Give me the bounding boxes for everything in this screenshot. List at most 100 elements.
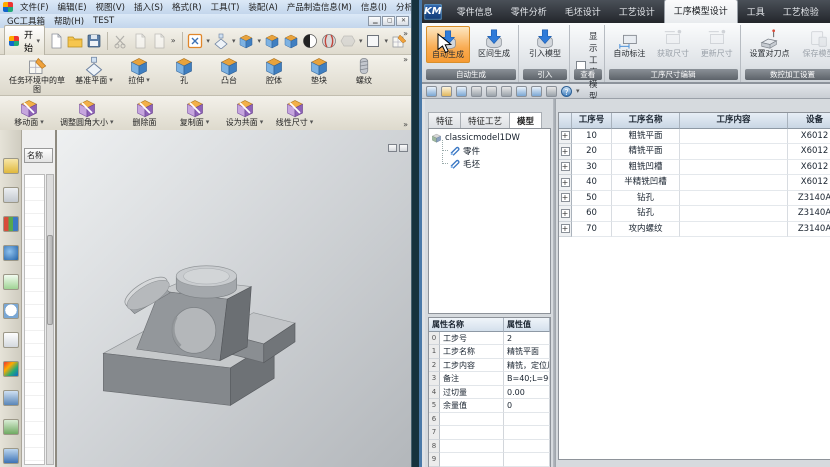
toolbar-overflow-icon[interactable]: » (170, 37, 177, 45)
tree-item-blank[interactable]: 毛坯 (440, 157, 550, 170)
cell-device[interactable]: X6012 (788, 175, 830, 191)
tab-process-design[interactable]: 工艺设计 (610, 1, 664, 23)
cell-name[interactable]: 精铣平面 (612, 144, 680, 160)
minimize-icon[interactable]: ▁ (368, 16, 381, 26)
property-value[interactable]: 精铣平面 (504, 345, 550, 359)
feature-sketch-button[interactable]: 任务环境中的草图 (6, 56, 68, 94)
tab-tools[interactable]: 工具 (738, 1, 774, 23)
report-icon[interactable] (426, 86, 437, 97)
constraint-navigator-icon[interactable] (3, 187, 19, 203)
window-style-icon[interactable] (365, 33, 381, 49)
expand-plus-icon[interactable]: + (561, 209, 570, 218)
history-icon[interactable] (3, 303, 19, 319)
dropdown-arrow-icon[interactable]: ▾ (110, 119, 114, 126)
dialog-rail-icon[interactable] (3, 332, 19, 348)
dropdown-arrow-icon[interactable]: ▾ (257, 38, 261, 45)
materials-icon[interactable] (3, 361, 19, 377)
property-value[interactable]: 2 (504, 332, 550, 346)
view-restore-icon[interactable] (388, 144, 397, 152)
tab-process-check[interactable]: 工艺检验 (774, 1, 828, 23)
close-icon[interactable]: ✕ (396, 16, 409, 26)
property-value[interactable]: 0 (504, 399, 550, 413)
feature-hole-button[interactable]: 孔 (165, 56, 203, 85)
show-operation-model-checkbox[interactable]: 显示工序模型 (574, 26, 602, 102)
expand-cell[interactable]: + (559, 160, 572, 176)
feature-pad-button[interactable]: 垫块 (300, 56, 338, 85)
expand-plus-icon[interactable]: + (561, 147, 570, 156)
cell-name[interactable]: 粗铣平面 (612, 129, 680, 145)
dropdown-arrow-icon[interactable]: ▾ (109, 77, 113, 84)
menu-insert[interactable]: 插入(S) (130, 1, 167, 13)
range-generate-button[interactable]: 区间生成 (472, 26, 516, 61)
cell-name[interactable]: 粗铣凹槽 (612, 160, 680, 176)
feature-thread-button[interactable]: 螺纹 (345, 56, 383, 85)
menu-edit[interactable]: 编辑(E) (54, 1, 91, 13)
cell-device[interactable]: Z3140A (788, 206, 830, 222)
render-style-icon[interactable] (302, 33, 318, 49)
cell-no[interactable]: 20 (572, 144, 612, 160)
navigator-name-column-header[interactable]: 名称 (24, 148, 53, 163)
structure-icon[interactable] (471, 86, 482, 97)
property-value[interactable] (504, 453, 550, 467)
property-name[interactable]: 工步名称 (440, 345, 504, 359)
expand-cell[interactable]: + (559, 206, 572, 222)
cell-device[interactable]: Z3140A (788, 222, 830, 238)
scene-icon[interactable] (3, 448, 19, 464)
menu-information[interactable]: 信息(I) (357, 1, 391, 13)
navigator-scrollbar[interactable] (46, 174, 54, 465)
property-value[interactable] (504, 426, 550, 440)
tree-item-part[interactable]: 零件 (440, 144, 550, 157)
property-name[interactable]: 备注 (440, 372, 504, 386)
feature-pocket-button[interactable]: 腔体 (255, 56, 293, 85)
menu-assembly[interactable]: 装配(A) (244, 1, 281, 13)
expand-plus-icon[interactable]: + (561, 162, 570, 171)
property-value-header[interactable]: 属性值 (504, 318, 550, 332)
expand-cell[interactable]: + (559, 222, 572, 238)
dropdown-arrow-icon[interactable]: ▾ (384, 38, 388, 45)
cell-name[interactable]: 钻孔 (612, 191, 680, 207)
set-tool-point-button[interactable]: 设置对刀点 (745, 26, 795, 61)
open-icon[interactable] (441, 86, 452, 97)
tab-part-info[interactable]: 零件信息 (448, 1, 502, 23)
cell-content[interactable] (680, 129, 788, 145)
shaded-view-icon[interactable] (238, 33, 254, 49)
new-file-icon[interactable] (48, 33, 64, 49)
save-icon[interactable] (86, 33, 102, 49)
start-button[interactable]: 开始 ▾ (4, 25, 45, 57)
delete-face-button[interactable]: 删除面 (126, 98, 164, 127)
compare-icon[interactable] (486, 86, 497, 97)
expand-cell[interactable]: + (559, 191, 572, 207)
property-name[interactable] (440, 440, 504, 454)
cell-no[interactable]: 10 (572, 129, 612, 145)
property-name[interactable]: 余量值 (440, 399, 504, 413)
property-value[interactable]: 0.00 (504, 386, 550, 400)
menu-pmi[interactable]: 产品制造信息(M) (283, 1, 356, 13)
users-icon[interactable] (3, 419, 19, 435)
scrollbar-thumb[interactable] (47, 235, 53, 325)
3d-part-model[interactable] (95, 256, 345, 436)
cell-name[interactable]: 钻孔 (612, 206, 680, 222)
cell-no[interactable]: 60 (572, 206, 612, 222)
open-file-icon[interactable] (67, 33, 83, 49)
toolbar-overflow-icon[interactable]: » (402, 30, 409, 38)
dropdown-arrow-icon[interactable]: ▾ (260, 119, 264, 126)
dropdown-arrow-icon[interactable]: ▾ (310, 119, 314, 126)
view-close-icon[interactable] (399, 144, 408, 152)
dropdown-arrow-icon[interactable]: ▾ (232, 38, 236, 45)
property-value[interactable]: 精铣，定位尺 (504, 359, 550, 373)
cell-content[interactable] (680, 191, 788, 207)
dropdown-arrow-icon[interactable]: ▾ (206, 119, 210, 126)
roles-icon[interactable] (3, 390, 19, 406)
expand-plus-icon[interactable]: + (561, 131, 570, 140)
tree-icon[interactable] (501, 86, 512, 97)
make-coplanar-button[interactable]: 设为共面▾ (226, 98, 264, 127)
cell-content[interactable] (680, 175, 788, 191)
part-navigator-icon[interactable] (3, 216, 19, 232)
link-icon[interactable] (516, 86, 527, 97)
menu-file[interactable]: 文件(F) (16, 1, 53, 13)
expand-cell[interactable]: + (559, 175, 572, 191)
menu-analysis[interactable]: 分析(L) (392, 1, 412, 13)
menu-view[interactable]: 视图(V) (92, 1, 129, 13)
toolbar-overflow-icon[interactable]: » (402, 56, 409, 64)
expand-plus-icon[interactable]: + (561, 178, 570, 187)
